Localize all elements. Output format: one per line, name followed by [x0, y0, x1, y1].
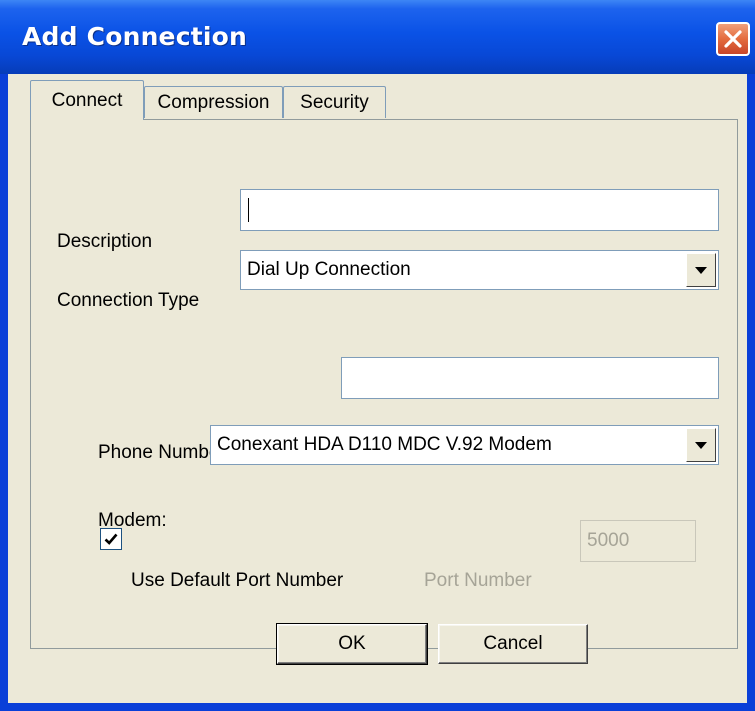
ok-button-label: OK — [338, 633, 366, 654]
modem-dropdown-button[interactable] — [686, 428, 716, 462]
ok-button[interactable]: OK — [276, 623, 428, 665]
text-caret — [248, 198, 249, 222]
chevron-down-icon — [695, 442, 707, 449]
use-default-port-checkbox[interactable] — [100, 528, 122, 550]
title-bar[interactable]: Add Connection — [0, 0, 755, 74]
port-number-input[interactable]: 5000 — [580, 520, 696, 562]
phone-number-label: Phone Number — [98, 442, 226, 463]
checkmark-icon — [104, 533, 118, 545]
connect-tab-panel: Description Connection Type Dial Up Conn… — [30, 119, 738, 649]
connection-type-value: Dial Up Connection — [247, 259, 411, 280]
cancel-button-label: Cancel — [483, 633, 543, 654]
description-input[interactable] — [240, 189, 719, 231]
port-number-value: 5000 — [587, 530, 630, 551]
chevron-down-icon — [695, 267, 707, 274]
port-number-label: Port Number — [424, 570, 532, 591]
modem-value: Conexant HDA D110 MDC V.92 Modem — [217, 434, 552, 455]
use-default-port-label[interactable]: Use Default Port Number — [131, 570, 343, 592]
connection-type-label: Connection Type — [57, 290, 200, 311]
description-label: Description — [57, 231, 153, 252]
tab-security-label: Security — [300, 91, 369, 113]
tab-compression[interactable]: Compression — [144, 86, 283, 118]
modem-select[interactable]: Conexant HDA D110 MDC V.92 Modem — [210, 425, 719, 465]
close-icon — [724, 30, 742, 48]
dialog-client-area: Connect Compression Security Description… — [8, 74, 747, 703]
add-connection-dialog: Add Connection Connect Compression Secur… — [0, 0, 755, 711]
cancel-button[interactable]: Cancel — [438, 624, 588, 664]
close-button[interactable] — [716, 22, 750, 56]
tab-compression-label: Compression — [157, 91, 270, 113]
tab-security[interactable]: Security — [283, 86, 386, 118]
connection-type-select[interactable]: Dial Up Connection — [240, 250, 719, 290]
connection-type-dropdown-button[interactable] — [686, 253, 716, 287]
phone-number-input[interactable] — [341, 357, 719, 399]
tab-connect-label: Connect — [51, 89, 123, 111]
tab-connect[interactable]: Connect — [30, 80, 144, 120]
window-title: Add Connection — [22, 22, 248, 51]
